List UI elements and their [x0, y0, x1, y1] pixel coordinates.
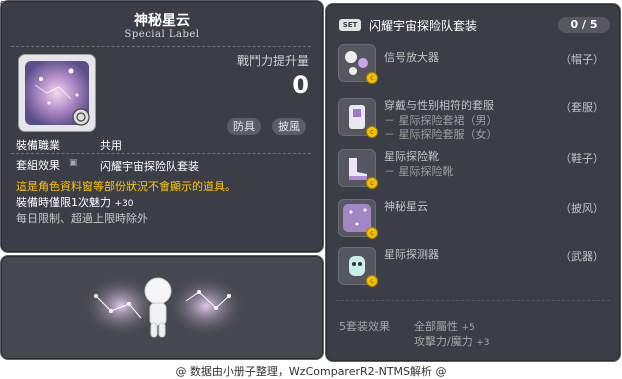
slot-tag-cape: 披風	[272, 118, 306, 135]
limit-text: 每日限制、超過上限時除外	[16, 212, 148, 225]
set-item-slot: （武器）	[560, 250, 604, 263]
lock-icon: ▣	[69, 158, 78, 168]
charm-label: 裝備時僅限1次魅力	[16, 196, 111, 209]
set-bonus-line: 攻擊力/魔力 +3	[414, 333, 490, 349]
set-item-sub: － 星际探险套服（女）	[384, 128, 498, 141]
divider	[11, 153, 311, 154]
set-item-slot: （披风）	[560, 202, 604, 215]
preview-panel	[0, 255, 324, 360]
divider	[11, 46, 311, 47]
job-label: 裝備職業	[16, 139, 60, 152]
boots-icon: c	[338, 149, 378, 189]
set-effect-panel: SET 闪耀宇宙探险队套装 0 / 5 c 信号放大器 （帽子） c 穿戴与性别…	[325, 3, 621, 362]
set-bonus-line: 全部屬性 +5	[414, 318, 475, 334]
slot-tag-armor: 防具	[227, 118, 261, 135]
set-item-slot: （帽子）	[560, 53, 604, 66]
coin-icon: c	[366, 126, 378, 138]
item-icon-box	[18, 54, 96, 132]
charm-value: +30	[114, 199, 134, 209]
set-item-name: 信号放大器	[384, 51, 439, 64]
set-item-name: 星际探测器	[384, 248, 439, 261]
set-bonus-label: 5套装效果	[339, 320, 390, 333]
coin-icon: c	[366, 72, 378, 84]
set-item-sub: － 星际探险套裙（男）	[384, 114, 498, 127]
power-value: 0	[292, 71, 309, 99]
set-item-slot: （套服）	[560, 101, 604, 114]
character-preview	[81, 274, 246, 338]
coin-icon: c	[366, 275, 378, 287]
set-effect-label: 套組效果	[16, 159, 60, 172]
set-bonus-value: +3	[476, 338, 490, 348]
set-item-slot: （鞋子）	[560, 152, 604, 165]
set-item-sub: － 星际探险靴	[384, 165, 454, 178]
set-bonus-text: 攻擊力/魔力	[414, 335, 473, 348]
set-effect-value: 闪耀宇宙探险队套装	[100, 160, 199, 173]
job-value: 共用	[100, 139, 122, 152]
set-bonus-text: 全部屬性	[414, 320, 458, 333]
divider	[336, 300, 610, 301]
nebula-icon	[25, 61, 90, 126]
item-title: 神秘星云	[134, 13, 190, 29]
nebula-cape-icon: c	[338, 199, 378, 239]
coin-icon: c	[366, 227, 378, 239]
set-count: 0 / 5	[558, 17, 610, 33]
warning-text: 這是角色資料窗等部份狀況不會顯示的道具。	[16, 180, 236, 193]
coin-icon: c	[366, 177, 378, 189]
charm-text: 裝備時僅限1次魅力 +30	[16, 194, 134, 210]
set-item-name: 星际探险靴	[384, 150, 439, 163]
set-bonus-value: +5	[461, 323, 475, 333]
signal-amplifier-icon: c	[338, 44, 378, 84]
item-tooltip-panel: 神秘星云 Special Label 戰鬥力提升量 0 防具 披風 裝備職業 共…	[0, 0, 324, 253]
item-subtitle: Special Label	[124, 29, 200, 40]
power-label: 戰鬥力提升量	[236, 54, 309, 68]
set-name: 闪耀宇宙探险队套装	[369, 19, 478, 33]
explorer-weapon-icon: c	[338, 247, 378, 287]
set-item-name: 神秘星云	[384, 200, 428, 213]
set-item-name: 穿戴与性别相符的套服	[384, 99, 494, 112]
set-badge-icon: SET	[339, 19, 361, 31]
suit-icon: c	[338, 98, 378, 138]
